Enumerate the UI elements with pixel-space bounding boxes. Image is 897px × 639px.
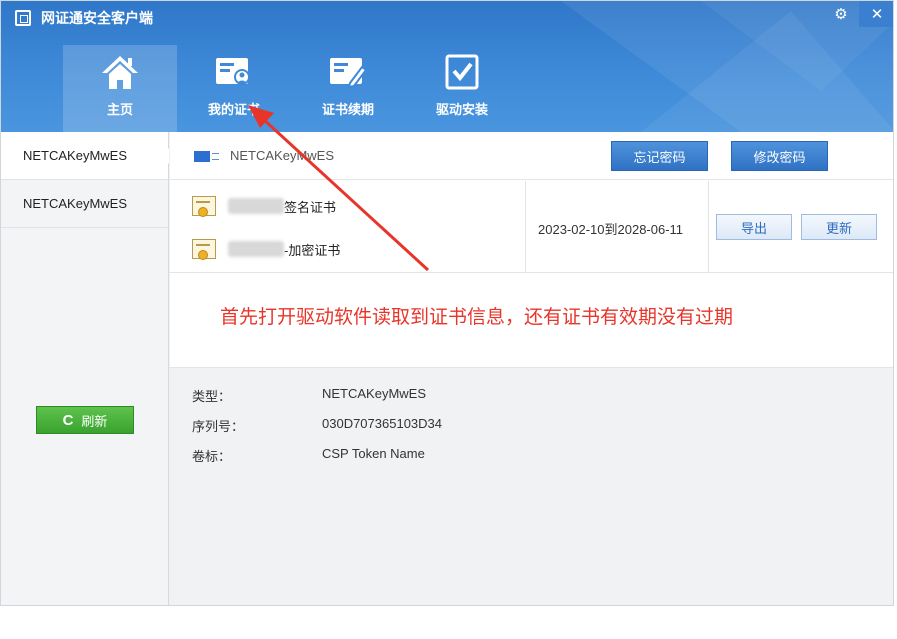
divider (708, 181, 709, 273)
detail-key: 卷标： (192, 449, 232, 464)
export-button[interactable]: 导出 (716, 214, 792, 240)
certificate-row-encrypt[interactable]: -加密证书 (192, 237, 340, 261)
divider (525, 181, 526, 273)
validity-period: 2023-02-10到2028-06-11 (538, 222, 684, 237)
annotation-text: 首先打开驱动软件读取到证书信息，还有证书有效期没有过期 (220, 307, 734, 328)
nav-home-label: 主页 (106, 102, 133, 117)
certificate-name: 签名证书 (284, 199, 337, 215)
certificate-icon (192, 196, 216, 217)
certificate-card-icon (216, 58, 250, 85)
certificate-icon (192, 239, 216, 260)
redacted-name (228, 198, 284, 214)
key-details: 类型： NETCAKeyMwES 序列号： 030D707365103D34 卷… (170, 367, 893, 605)
refresh-label: 刷新 (81, 413, 108, 429)
certificate-renew-icon (330, 58, 368, 89)
main-panel: NETCAKeyMwES 忘记密码 修改密码 签名证书 -加密证书 2023-0… (170, 132, 893, 605)
key-header: NETCAKeyMwES 忘记密码 修改密码 (170, 132, 893, 180)
certificate-row-sign[interactable]: 签名证书 (192, 194, 336, 218)
header-bar: 网证通安全客户端 ⚙ ✕ 主页 我的证书 证书续期 驱动安装 (1, 1, 893, 132)
app-title: 网证通安全客户端 (41, 10, 153, 26)
nav-driver-install[interactable]: 驱动安装 (405, 45, 519, 132)
nav-home[interactable]: 主页 (63, 45, 177, 132)
key-name: NETCAKeyMwES (230, 148, 335, 163)
settings-button[interactable]: ⚙ (823, 1, 859, 27)
certificate-list: 签名证书 -加密证书 2023-02-10到2028-06-11 导出 更新 (170, 181, 893, 273)
detail-key: 类型： (192, 389, 232, 404)
main-nav: 主页 我的证书 证书续期 驱动安装 (63, 45, 519, 132)
app-window: 网证通安全客户端 ⚙ ✕ 主页 我的证书 证书续期 驱动安装 NETCAKeyM… (0, 0, 894, 606)
usb-key-icon (194, 151, 220, 162)
certificate-name: -加密证书 (284, 242, 341, 258)
nav-my-certificates[interactable]: 我的证书 (177, 45, 291, 132)
detail-value: NETCAKeyMwES (322, 386, 427, 401)
nav-certificate-renewal-label: 证书续期 (321, 102, 374, 117)
change-password-button[interactable]: 修改密码 (731, 141, 828, 171)
redacted-name (228, 241, 284, 257)
nav-my-certificates-label: 我的证书 (207, 102, 260, 117)
driver-install-icon (445, 54, 479, 90)
sidebar-item-label: NETCAKeyMwES (23, 148, 128, 163)
app-logo-icon (15, 10, 31, 26)
nav-driver-install-label: 驱动安装 (435, 102, 488, 117)
title-bar: 网证通安全客户端 (15, 7, 153, 29)
renew-button[interactable]: 更新 (801, 214, 877, 240)
detail-key: 序列号： (192, 419, 245, 434)
sidebar-item-key-2[interactable]: NETCAKeyMwES (1, 180, 168, 228)
refresh-icon: C (62, 411, 74, 429)
nav-certificate-renewal[interactable]: 证书续期 (291, 45, 405, 132)
sidebar-item-key-1[interactable]: NETCAKeyMwES (1, 132, 169, 180)
refresh-button[interactable]: C 刷新 (36, 406, 134, 434)
close-button[interactable]: ✕ (859, 1, 893, 27)
sidebar: NETCAKeyMwES NETCAKeyMwES C 刷新 (1, 132, 169, 605)
home-icon (102, 56, 138, 89)
sidebar-item-label: NETCAKeyMwES (23, 196, 128, 211)
window-controls: ⚙ ✕ (823, 1, 893, 27)
detail-value: CSP Token Name (322, 446, 425, 461)
forgot-password-button[interactable]: 忘记密码 (611, 141, 708, 171)
detail-value: 030D707365103D34 (322, 416, 442, 431)
